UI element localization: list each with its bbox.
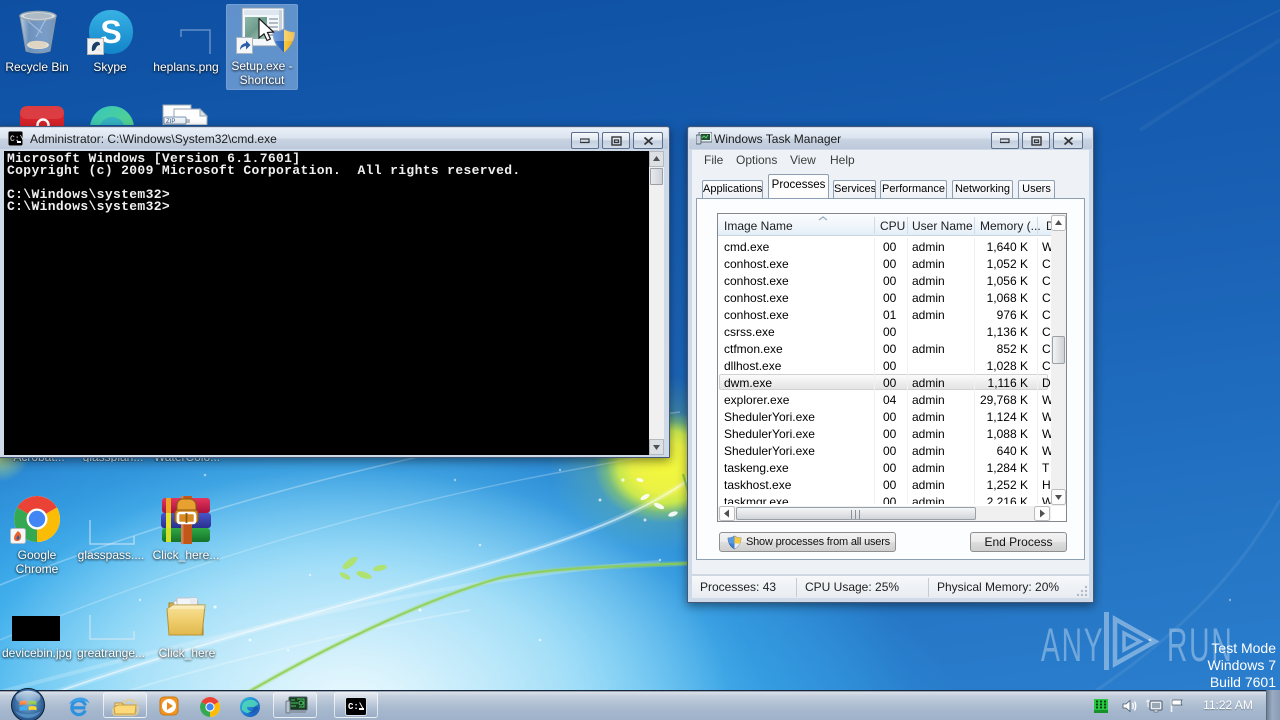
svg-text:C:\: C:\ <box>10 135 23 144</box>
svg-text:C:\: C:\ <box>348 702 365 712</box>
svg-text:ZIP: ZIP <box>166 119 175 125</box>
